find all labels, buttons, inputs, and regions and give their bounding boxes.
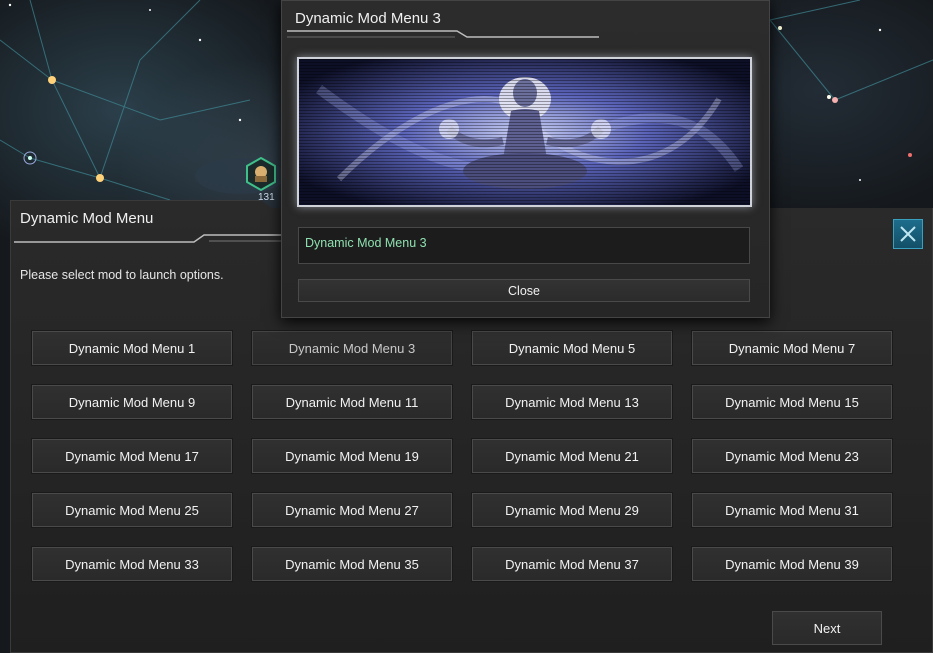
mod-button-15[interactable]: Dynamic Mod Menu 15 [692,385,892,419]
close-button[interactable] [893,219,923,249]
mod-button-31[interactable]: Dynamic Mod Menu 31 [692,493,892,527]
panel-title: Dynamic Mod Menu [20,210,154,227]
mod-button-7[interactable]: Dynamic Mod Menu 7 [692,331,892,365]
mod-button-19[interactable]: Dynamic Mod Menu 19 [252,439,452,473]
mod-button-29[interactable]: Dynamic Mod Menu 29 [472,493,672,527]
mod-button-39[interactable]: Dynamic Mod Menu 39 [692,547,892,581]
mod-button-5[interactable]: Dynamic Mod Menu 5 [472,331,672,365]
instruction-text: Please select mod to launch options. [20,268,224,282]
popup-close-button[interactable]: Close [298,279,750,302]
mod-button-3[interactable]: Dynamic Mod Menu 3 [252,331,452,365]
mod-button-33[interactable]: Dynamic Mod Menu 33 [32,547,232,581]
mod-button-25[interactable]: Dynamic Mod Menu 25 [32,493,232,527]
planet-hex-icon[interactable] [244,157,278,191]
mod-button-1[interactable]: Dynamic Mod Menu 1 [32,331,232,365]
popup-title: Dynamic Mod Menu 3 [295,10,441,27]
mod-button-23[interactable]: Dynamic Mod Menu 23 [692,439,892,473]
mod-banner-image [297,57,752,207]
mod-button-9[interactable]: Dynamic Mod Menu 9 [32,385,232,419]
meditating-figure-illustration [299,59,750,205]
mod-button-17[interactable]: Dynamic Mod Menu 17 [32,439,232,473]
mod-button-13[interactable]: Dynamic Mod Menu 13 [472,385,672,419]
mod-button-35[interactable]: Dynamic Mod Menu 35 [252,547,452,581]
popup-title-underline-decoration [287,30,599,38]
mod-button-21[interactable]: Dynamic Mod Menu 21 [472,439,672,473]
mod-button-11[interactable]: Dynamic Mod Menu 11 [252,385,452,419]
next-button[interactable]: Next [772,611,882,645]
mod-button-37[interactable]: Dynamic Mod Menu 37 [472,547,672,581]
title-underline-decoration [14,234,284,243]
close-x-icon [900,226,916,242]
mod-button-27[interactable]: Dynamic Mod Menu 27 [252,493,452,527]
mod-description-box: Dynamic Mod Menu 3 [298,227,750,264]
